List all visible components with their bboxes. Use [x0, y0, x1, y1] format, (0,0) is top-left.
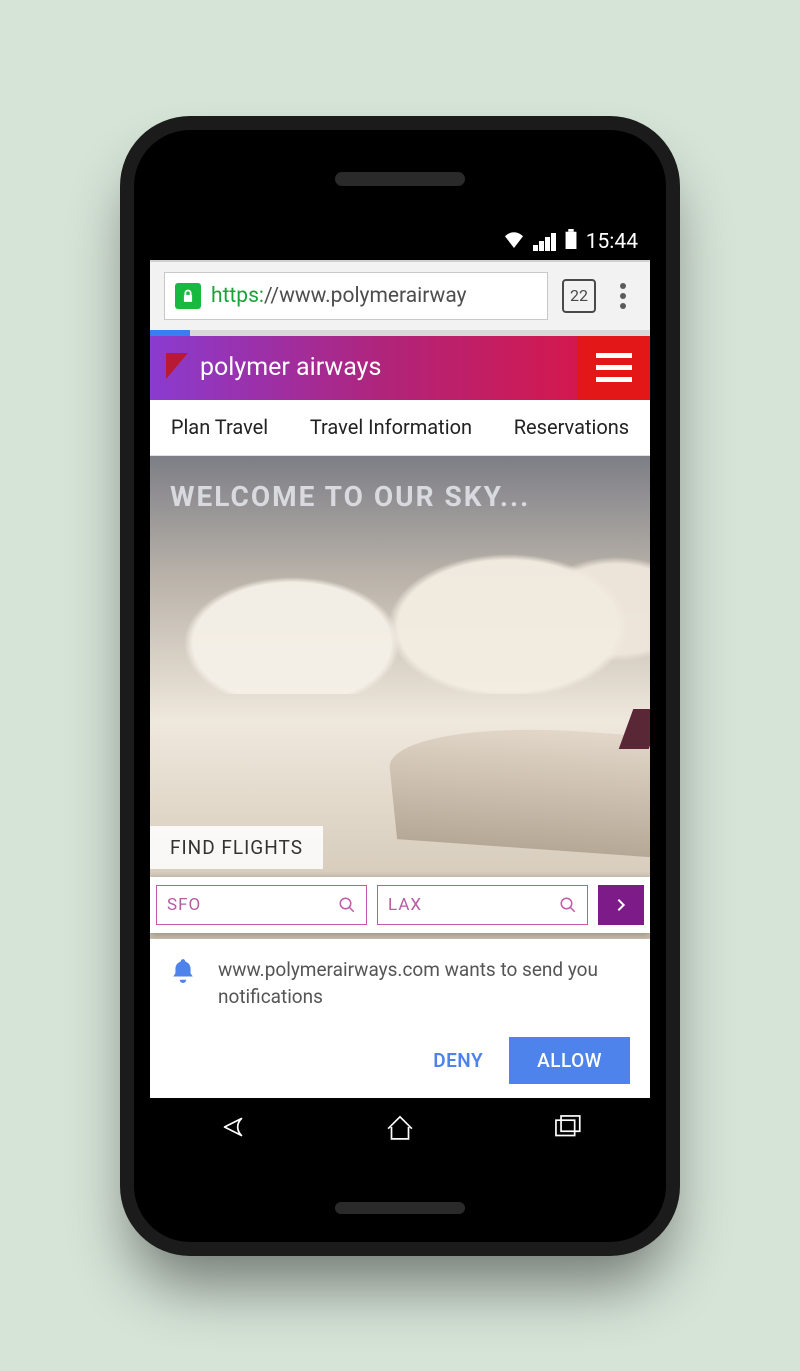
status-time: 15:44	[586, 230, 638, 254]
hamburger-menu-button[interactable]	[578, 336, 650, 400]
url-scheme: https:	[211, 284, 264, 308]
url-bar[interactable]: https://www.polymerairway	[164, 272, 548, 320]
hero-clouds	[150, 524, 650, 694]
to-input[interactable]: LAX	[377, 885, 588, 925]
home-button[interactable]	[383, 1110, 417, 1148]
hero-wingtip	[619, 709, 650, 749]
android-nav-bar	[150, 1098, 650, 1160]
search-icon	[559, 896, 577, 914]
nav-reservations[interactable]: Reservations	[514, 415, 629, 439]
tab-switcher[interactable]: 22	[562, 279, 596, 313]
lock-icon	[175, 283, 201, 309]
to-value: LAX	[388, 895, 422, 915]
nav-plan-travel[interactable]: Plan Travel	[171, 415, 268, 439]
hero: WELCOME TO OUR SKY... FIND FLIGHTS SFO L…	[150, 456, 650, 940]
search-icon	[338, 896, 356, 914]
tab-count: 22	[570, 286, 588, 305]
chevron-right-icon	[613, 897, 629, 913]
status-bar: 15:44	[150, 224, 650, 260]
hero-title: WELCOME TO OUR SKY...	[170, 480, 530, 513]
brand[interactable]: polymer airways	[150, 336, 578, 400]
browser-menu-button[interactable]	[610, 283, 636, 309]
battery-icon	[564, 229, 578, 255]
wifi-icon	[503, 230, 525, 254]
screen: 15:44 https://www.polymerairway 22 polym…	[150, 224, 650, 1160]
deny-button[interactable]: DENY	[433, 1049, 483, 1072]
browser-toolbar: https://www.polymerairway 22	[150, 260, 650, 330]
url-rest: //www.polymerairway	[264, 284, 467, 308]
find-flights-label: FIND FLIGHTS	[150, 826, 323, 869]
from-input[interactable]: SFO	[156, 885, 367, 925]
bell-icon	[170, 957, 196, 987]
from-value: SFO	[167, 895, 201, 915]
back-button[interactable]	[216, 1110, 250, 1148]
cell-signal-icon	[533, 233, 556, 251]
brand-name: polymer airways	[200, 353, 381, 382]
notification-permission-prompt: www.polymerairways.com wants to send you…	[150, 939, 650, 1097]
site-nav: Plan Travel Travel Information Reservati…	[150, 400, 650, 456]
recents-button[interactable]	[550, 1110, 584, 1148]
hero-wing	[385, 718, 650, 861]
phone-earpiece	[335, 172, 465, 186]
site-header: polymer airways	[150, 336, 650, 400]
allow-button[interactable]: ALLOW	[509, 1037, 630, 1084]
brand-logo-icon	[166, 353, 188, 379]
phone-frame: 15:44 https://www.polymerairway 22 polym…	[120, 116, 680, 1256]
search-submit-button[interactable]	[598, 885, 644, 925]
permission-message: www.polymerairways.com wants to send you…	[218, 957, 630, 1010]
nav-travel-information[interactable]: Travel Information	[310, 415, 472, 439]
page-load-progress	[150, 330, 650, 336]
flight-search-row: SFO LAX	[150, 877, 650, 933]
phone-speaker-bottom	[335, 1202, 465, 1214]
